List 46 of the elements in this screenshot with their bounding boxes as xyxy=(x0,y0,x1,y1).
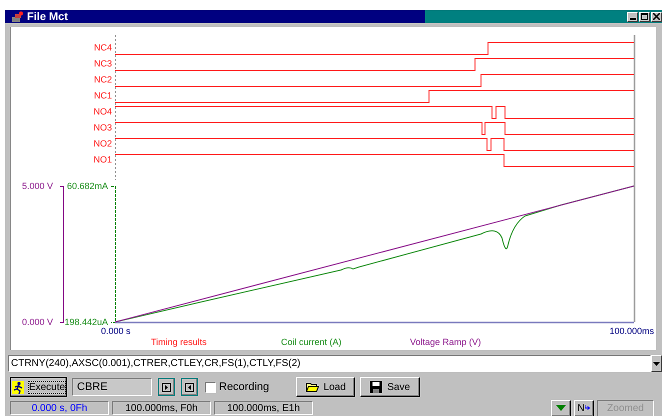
legend-label: Voltage Ramp (V) xyxy=(410,337,482,347)
step-back-button[interactable] xyxy=(181,378,198,396)
app-icon xyxy=(11,10,25,22)
load-button[interactable]: Load xyxy=(296,377,356,397)
checkbox-label: Recording xyxy=(219,381,270,393)
arrow-icon xyxy=(584,405,591,411)
window-title: File Mct xyxy=(27,10,69,22)
channel-label: NO1 xyxy=(93,154,112,164)
mode-field: CBRE xyxy=(72,378,152,396)
maximize-icon xyxy=(641,13,648,20)
axis-label: 60.682mA xyxy=(66,181,108,191)
channel-label: NC2 xyxy=(94,74,112,84)
channel-label: NC4 xyxy=(94,42,112,52)
axis-label: 0.000 V xyxy=(22,317,53,327)
axis-label: 198.442uA xyxy=(64,317,108,327)
execute-button[interactable]: Execute xyxy=(10,377,67,397)
step-forward-icon xyxy=(162,382,171,392)
recording-checkbox[interactable] xyxy=(205,382,216,392)
status-cell: 0.000 s, 0Fh xyxy=(10,401,109,415)
command-field[interactable]: CTRNY(240),AXSC(0.001),CTRER,CTLEY,CR,FS(1),CTLY,FS(2) xyxy=(8,355,651,372)
status-cell: 100.000ms, E1h xyxy=(214,401,313,415)
n-button[interactable]: N xyxy=(574,400,594,416)
legend-label: Timing results xyxy=(151,337,207,347)
status-cell: 100.000ms, F0h xyxy=(112,401,211,415)
axis-label: 5.000 V xyxy=(22,181,53,191)
step-back-icon xyxy=(185,382,194,392)
save-button[interactable]: Save xyxy=(360,377,420,397)
minimize-button[interactable] xyxy=(627,12,638,22)
axis-label: 100.000ms xyxy=(609,326,654,336)
maximize-button[interactable] xyxy=(639,12,650,22)
down-button[interactable] xyxy=(551,400,571,416)
channel-label: NO4 xyxy=(93,106,112,116)
axis-label: 0.000 s xyxy=(101,326,131,336)
running-figure-icon xyxy=(12,380,24,394)
legend-label: Coil current (A) xyxy=(281,337,342,347)
caret-icon xyxy=(653,362,660,366)
step-forward-button[interactable] xyxy=(158,378,175,396)
down-triangle-icon xyxy=(556,405,566,411)
channel-label: NC1 xyxy=(94,90,112,100)
close-button[interactable] xyxy=(651,12,662,22)
dropdown-button[interactable] xyxy=(651,355,662,372)
channel-label: NO2 xyxy=(93,138,112,148)
folder-icon xyxy=(306,382,319,392)
channel-label: NC3 xyxy=(94,58,112,68)
close-icon xyxy=(653,13,660,20)
channel-label: NO3 xyxy=(93,122,112,132)
